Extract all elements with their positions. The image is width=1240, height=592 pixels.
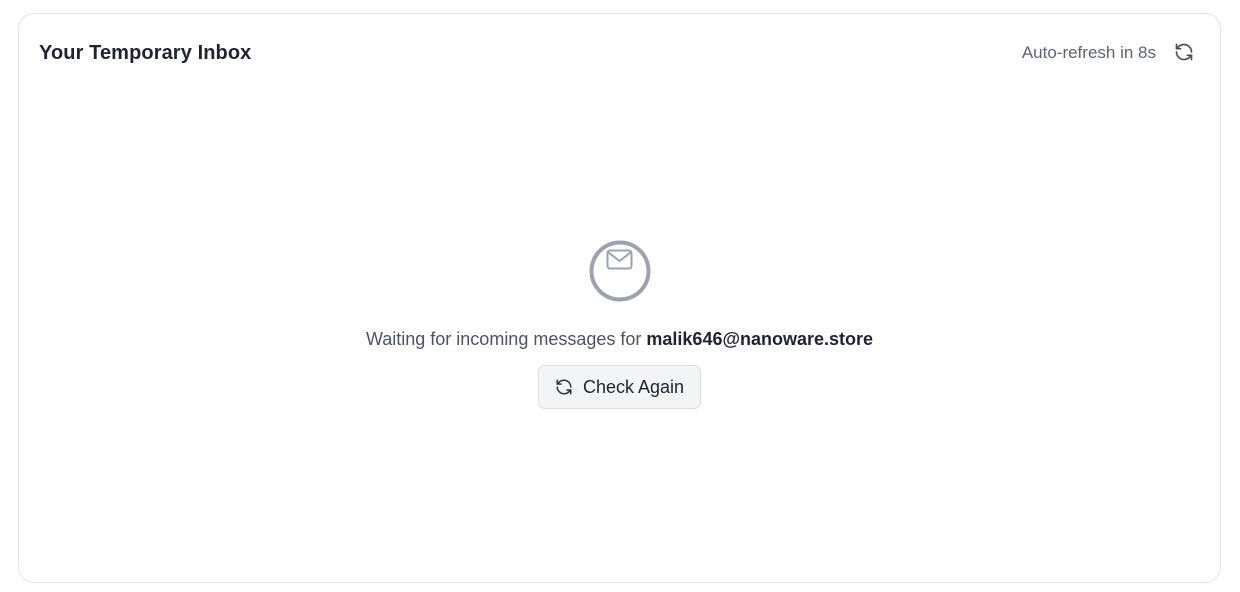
- inbox-card: Your Temporary Inbox Auto-refresh in 8s …: [18, 13, 1221, 583]
- empty-inbox-state: Waiting for incoming messages for malik6…: [19, 240, 1220, 409]
- refresh-icon: [1175, 43, 1193, 61]
- waiting-message-prefix: Waiting for incoming messages for: [365, 329, 642, 349]
- refresh-icon: [556, 379, 572, 395]
- mail-icon: [589, 240, 650, 302]
- check-again-button[interactable]: Check Again: [537, 365, 702, 409]
- inbox-email-address: malik646@nanoware.store: [646, 329, 874, 349]
- inbox-title: Your Temporary Inbox: [39, 42, 252, 64]
- waiting-message: Waiting for incoming messages for malik6…: [366, 329, 873, 350]
- check-again-label: Check Again: [582, 376, 685, 397]
- refresh-button[interactable]: [1172, 40, 1196, 64]
- auto-refresh-countdown: Auto-refresh in 8s: [1021, 43, 1156, 62]
